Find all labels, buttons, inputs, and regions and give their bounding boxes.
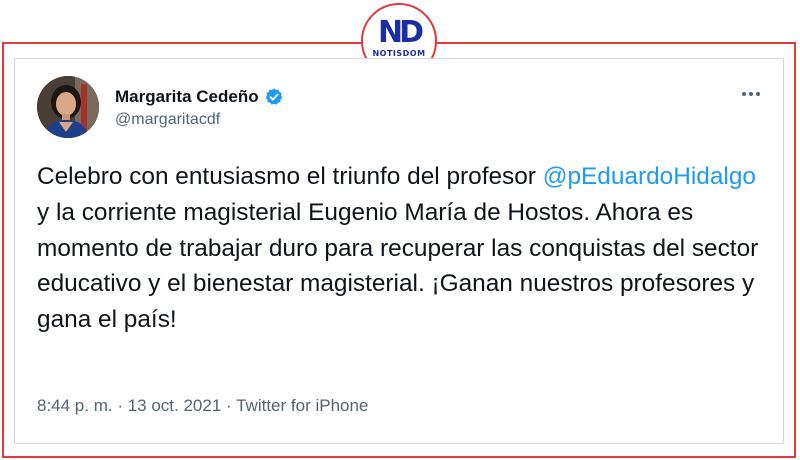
mention-link[interactable]: @pEduardoHidalgo [543, 163, 756, 190]
author-name[interactable]: Margarita Cedeño [115, 87, 259, 107]
author-handle[interactable]: @margaritacdf [115, 111, 220, 129]
meta-separator: · [221, 396, 237, 415]
tweet-text-end: y la corriente magisterial Eugenio María… [37, 198, 759, 334]
tweet-card: Margarita Cedeño @margaritacdf Celebro c… [14, 58, 784, 444]
tweet-time[interactable]: 8:44 p. m. [37, 396, 113, 415]
verified-badge-icon [265, 88, 282, 105]
tweet-text-start: Celebro con entusiasmo el triunfo del pr… [37, 163, 543, 190]
logo-mark: ND [377, 15, 424, 50]
tweet-source[interactable]: Twitter for iPhone [236, 396, 368, 415]
author-row[interactable]: Margarita Cedeño [115, 87, 284, 107]
tweet-text: Celebro con entusiasmo el triunfo del pr… [37, 159, 772, 338]
tweet-meta: 8:44 p. m. · 13 oct. 2021 · Twitter for … [37, 396, 368, 416]
meta-separator: · [112, 396, 128, 415]
more-options-icon[interactable] [738, 81, 764, 107]
avatar[interactable] [37, 76, 99, 138]
tweet-date[interactable]: 13 oct. 2021 [128, 396, 222, 415]
avatar-image [37, 76, 99, 138]
